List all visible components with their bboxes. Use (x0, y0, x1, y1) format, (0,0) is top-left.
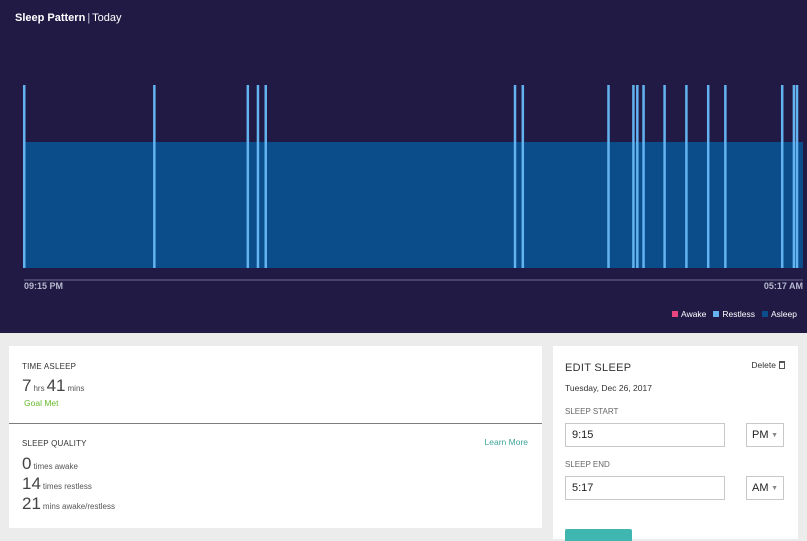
chart-title-text: Sleep Pattern (15, 12, 86, 24)
stats-divider (9, 423, 542, 424)
restless-bar (724, 85, 727, 268)
restless-bar (642, 85, 645, 268)
restless-bar (706, 85, 710, 268)
chart-period: Today (92, 12, 122, 24)
restless-bar (264, 85, 267, 268)
time-asleep-label: TIME ASLEEP (22, 362, 77, 371)
times-restless-unit: times restless (42, 482, 92, 491)
sleep-start-ampm-select[interactable]: PM ▼ (746, 423, 784, 447)
sleep-end-ampm-select[interactable]: AM ▼ (746, 476, 784, 500)
legend-restless: Restless (713, 309, 755, 319)
hours-value: 7 (22, 376, 32, 395)
sleep-chart (23, 85, 803, 281)
restless-bar (513, 85, 517, 268)
delete-label: Delete (751, 360, 776, 370)
times-awake-value: 0 (22, 454, 32, 473)
restless-bar (23, 85, 26, 268)
restless-bar (256, 85, 260, 268)
restless-bar (246, 85, 250, 268)
chevron-down-icon: ▼ (771, 484, 778, 492)
delete-button[interactable]: Delete (751, 360, 785, 370)
edit-sleep-title: EDIT SLEEP (565, 362, 632, 374)
restless-bar (780, 85, 784, 268)
save-button[interactable] (565, 529, 632, 541)
times-restless-value: 14 (22, 474, 41, 493)
chart-title: Sleep Pattern | Today (15, 12, 122, 24)
legend-label-awake: Awake (681, 309, 707, 319)
restless-bar (795, 85, 799, 268)
sleep-end-input[interactable] (565, 476, 725, 500)
restless-bar (636, 85, 639, 268)
restless-bar (685, 85, 688, 268)
legend-swatch-awake (672, 311, 679, 317)
legend-awake: Awake (672, 309, 706, 319)
restless-bar (521, 85, 525, 268)
times-awake-row: 0 times awake (22, 454, 80, 474)
restless-bar (663, 85, 666, 268)
sleep-start-input[interactable] (565, 423, 725, 447)
edit-sleep-card: EDIT SLEEP Delete Tuesday, Dec 26, 2017 … (553, 346, 798, 541)
learn-more-link[interactable]: Learn More (485, 437, 528, 447)
sleep-end-ampm-value: AM (752, 482, 769, 494)
time-asleep-value: 7 hrs 41 mins (22, 376, 86, 396)
sleep-stats-card: TIME ASLEEP 7 hrs 41 mins Goal Met SLEEP QU… (9, 346, 542, 528)
sleep-end-label: SLEEP END (565, 460, 610, 469)
restless-bar (153, 85, 156, 268)
times-awake-unit: times awake (33, 462, 78, 471)
legend-asleep: Asleep (762, 309, 797, 319)
restless-bar (607, 85, 610, 268)
sleep-start-label: SLEEP START (565, 407, 619, 416)
start-time-label: 09:15 PM (24, 281, 64, 291)
mins-awake-restless-row: 21 mins awake/restless (22, 494, 117, 514)
restless-bar (792, 85, 796, 268)
minutes-value: 41 (46, 376, 66, 395)
restless-bar (632, 85, 635, 268)
sleep-pattern-panel: Sleep Pattern | Today 09:15 PM 05:17 AM Aw… (0, 0, 807, 333)
sleep-date: Tuesday, Dec 26, 2017 (565, 383, 652, 393)
end-time-label: 05:17 AM (763, 281, 803, 291)
hours-unit: hrs (33, 384, 45, 393)
mins-awake-restless-value: 21 (22, 494, 41, 513)
legend-label-asleep: Asleep (771, 309, 797, 319)
chart-legend: Awake Restless Asleep (672, 309, 797, 319)
trash-icon (779, 361, 785, 369)
legend-swatch-asleep (762, 311, 768, 317)
legend-label-restless: Restless (722, 309, 755, 319)
title-separator: | (87, 12, 91, 24)
times-restless-row: 14 times restless (22, 474, 94, 494)
mins-awake-restless-unit: mins awake/restless (42, 502, 115, 511)
minutes-unit: mins (67, 384, 85, 393)
sleep-quality-label: SLEEP QUALITY (22, 439, 87, 448)
sleep-start-ampm-value: PM (752, 429, 769, 441)
chevron-down-icon: ▼ (771, 431, 778, 439)
legend-swatch-restless (713, 311, 720, 317)
goal-status: Goal Met (24, 398, 59, 408)
